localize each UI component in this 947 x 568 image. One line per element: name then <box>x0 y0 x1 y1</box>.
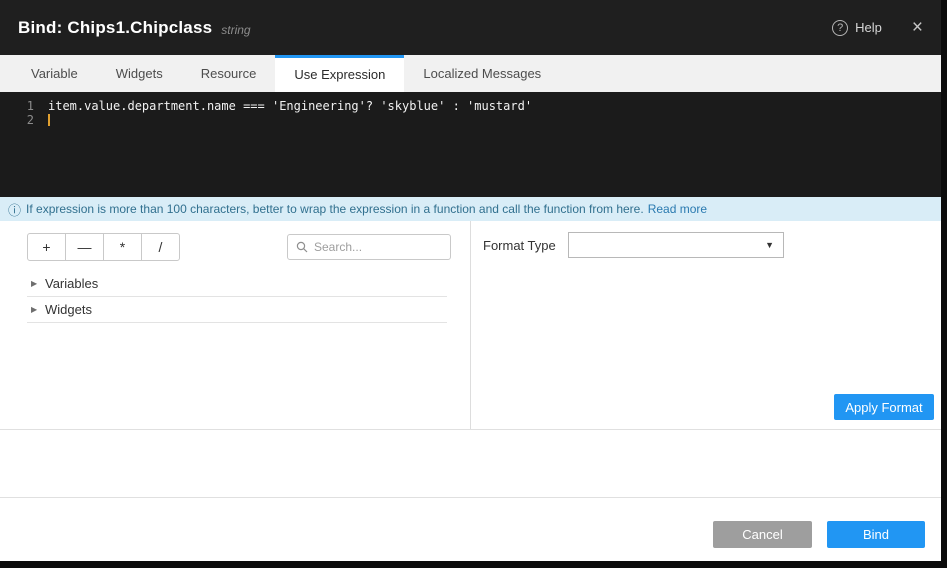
search-box <box>287 234 451 260</box>
main-area: + — * / ▶ Variables <box>0 221 941 430</box>
search-icon <box>296 241 308 253</box>
dialog-footer: Cancel Bind <box>0 497 941 561</box>
dialog-title: Bind: Chips1.Chipclass <box>18 18 212 38</box>
bind-button[interactable]: Bind <box>827 521 925 548</box>
operator-button-group: + — * / <box>27 233 180 261</box>
help-link[interactable]: Help <box>855 20 882 35</box>
expression-hint-bar: ⓘ If expression is more than 100 charact… <box>0 197 941 221</box>
format-panel: Format Type ▼ Apply Format <box>471 221 941 429</box>
operator-multiply-button[interactable]: * <box>103 233 142 261</box>
code-line-1: 1 item.value.department.name === 'Engine… <box>0 99 941 113</box>
close-icon[interactable]: × <box>912 18 923 37</box>
line-number: 1 <box>0 99 34 113</box>
code-line-2: 2 <box>0 113 941 127</box>
apply-format-button[interactable]: Apply Format <box>834 394 934 420</box>
bind-dialog: Bind: Chips1.Chipclass string ? Help × V… <box>0 0 941 561</box>
operator-plus-button[interactable]: + <box>27 233 66 261</box>
tree-node-label: Widgets <box>45 302 92 317</box>
bound-property-type: string <box>221 23 250 37</box>
hint-text: If expression is more than 100 character… <box>26 202 644 216</box>
tab-variable[interactable]: Variable <box>12 55 97 92</box>
dialog-header: Bind: Chips1.Chipclass string ? Help × <box>0 0 941 55</box>
tab-widgets[interactable]: Widgets <box>97 55 182 92</box>
text-cursor <box>48 114 50 126</box>
expression-code-editor[interactable]: 1 item.value.department.name === 'Engine… <box>0 92 941 197</box>
operator-divide-button[interactable]: / <box>141 233 180 261</box>
chevron-right-icon: ▶ <box>31 279 45 288</box>
format-type-select[interactable]: ▼ <box>568 232 784 258</box>
tree-node-label: Variables <box>45 276 98 291</box>
tab-use-expression[interactable]: Use Expression <box>275 55 404 92</box>
bind-tabs: Variable Widgets Resource Use Expression… <box>0 55 941 92</box>
tree-node-widgets[interactable]: ▶ Widgets <box>27 297 447 323</box>
info-icon: ⓘ <box>8 200 21 219</box>
line-number: 2 <box>0 113 34 127</box>
help-icon[interactable]: ? <box>832 20 848 36</box>
search-input[interactable] <box>314 240 442 254</box>
tab-localized-messages[interactable]: Localized Messages <box>404 55 560 92</box>
binding-source-tree: ▶ Variables ▶ Widgets <box>27 271 447 323</box>
format-type-label: Format Type <box>483 238 556 253</box>
chevron-right-icon: ▶ <box>31 305 45 314</box>
header-actions: ? Help × <box>832 18 923 37</box>
bind-dialog-stage: Bind: Chips1.Chipclass string ? Help × V… <box>0 0 947 568</box>
tab-resource[interactable]: Resource <box>182 55 276 92</box>
expression-helpers-panel: + — * / ▶ Variables <box>0 221 471 429</box>
read-more-link[interactable]: Read more <box>648 202 707 216</box>
code-line-text: item.value.department.name === 'Engineer… <box>34 99 532 113</box>
operator-minus-button[interactable]: — <box>65 233 104 261</box>
tree-node-variables[interactable]: ▶ Variables <box>27 271 447 297</box>
chevron-down-icon: ▼ <box>765 240 774 250</box>
cancel-button[interactable]: Cancel <box>713 521 812 548</box>
